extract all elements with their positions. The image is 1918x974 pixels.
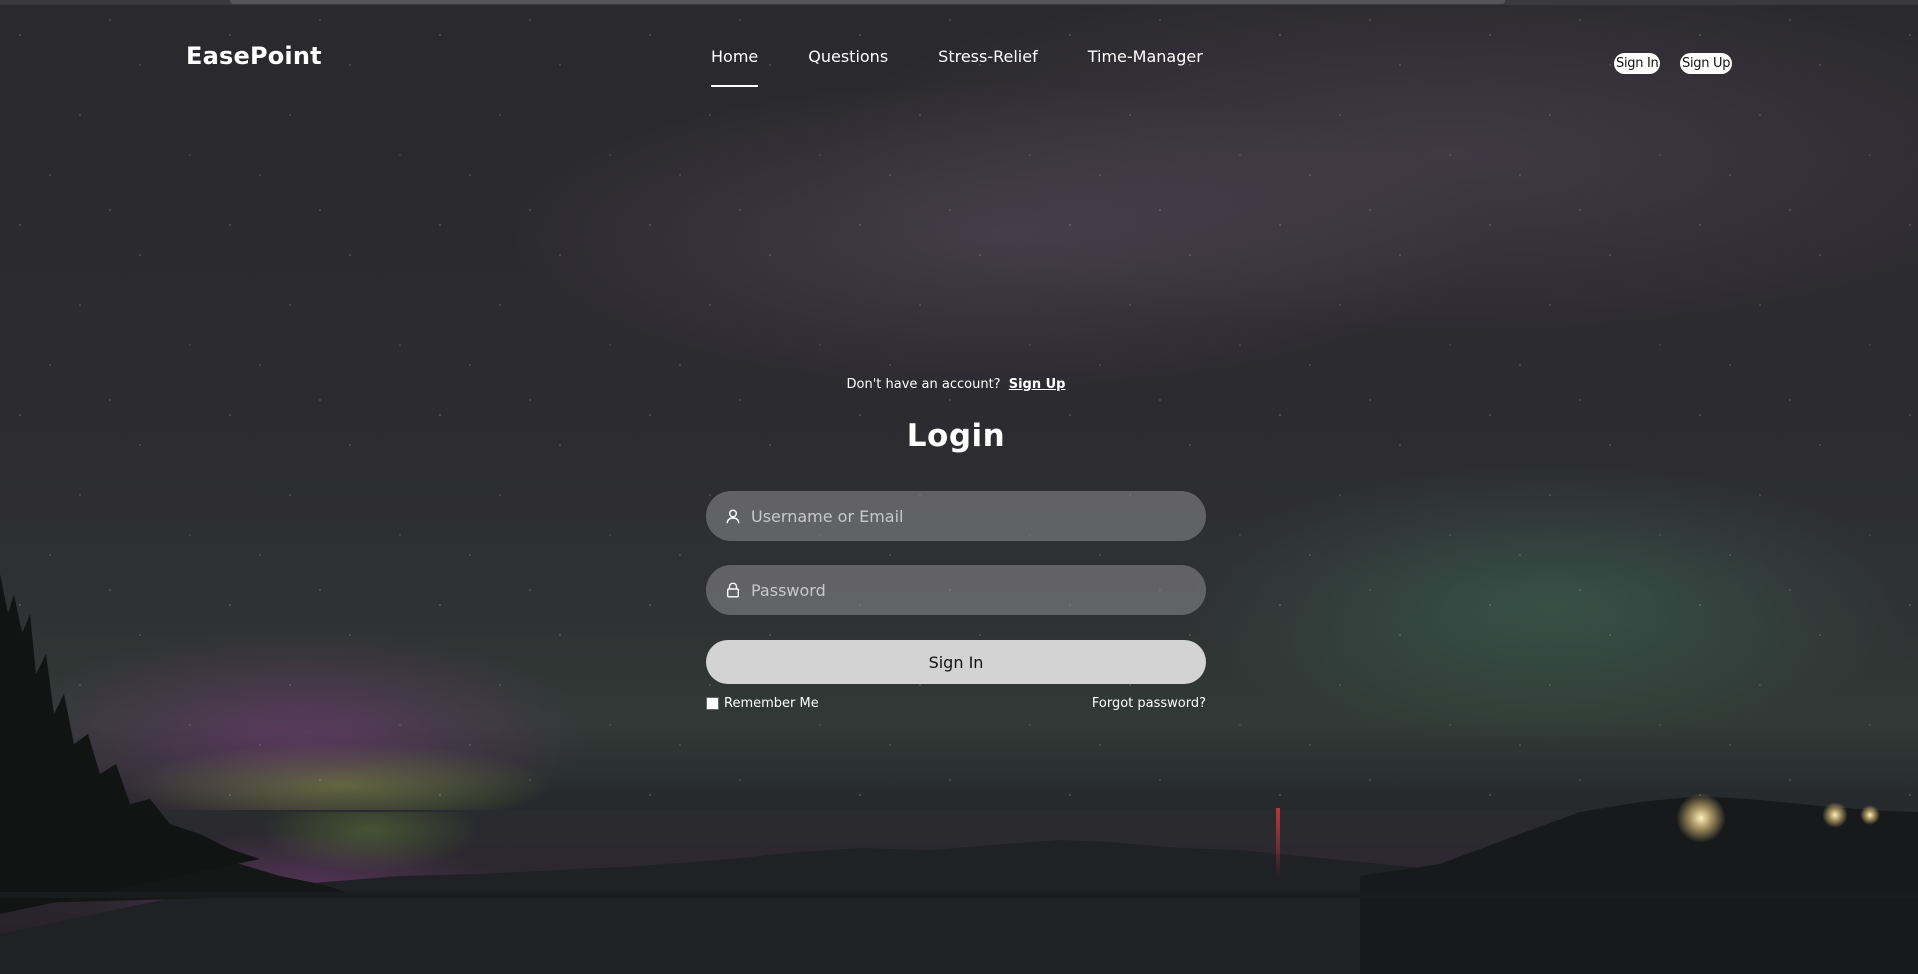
remember-me-checkbox[interactable] (706, 697, 719, 710)
red-light-reflection (1276, 808, 1280, 878)
signup-prompt-text: Don't have an account? (846, 377, 1001, 392)
remember-me: Remember Me (706, 696, 819, 711)
nav-item-time-manager[interactable]: Time-Manager (1088, 47, 1203, 87)
signup-prompt: Don't have an account? Sign Up (0, 377, 1912, 392)
mountain-silhouette (0, 574, 1918, 974)
password-input[interactable] (751, 565, 1206, 615)
shore-light-small (1822, 802, 1848, 828)
sign-in-button[interactable]: Sign In (706, 640, 1206, 684)
lock-icon (723, 580, 743, 600)
password-field (706, 565, 1206, 615)
signup-link[interactable]: Sign Up (1009, 377, 1066, 392)
user-icon (723, 506, 743, 526)
header-sign-up-button[interactable]: Sign Up (1680, 53, 1733, 74)
forgot-password-link[interactable]: Forgot password? (1050, 696, 1206, 711)
main-nav: Home Questions Stress-Relief Time-Manage… (711, 47, 1253, 87)
site-header: EasePoint Home Questions Stress-Relief T… (0, 5, 1918, 87)
username-input[interactable] (751, 491, 1206, 541)
brand-logo[interactable]: EasePoint (186, 42, 322, 70)
shore-light-small (1860, 805, 1880, 825)
login-title: Login (906, 418, 1006, 454)
username-field (706, 491, 1206, 541)
nav-item-stress-relief[interactable]: Stress-Relief (938, 47, 1038, 87)
nav-item-questions[interactable]: Questions (808, 47, 888, 87)
horizontal-scrollbar[interactable] (230, 0, 1505, 4)
nav-item-home[interactable]: Home (711, 47, 759, 87)
shore-light (1676, 793, 1726, 843)
header-sign-in-button[interactable]: Sign In (1614, 53, 1661, 74)
remember-me-label: Remember Me (724, 696, 819, 711)
